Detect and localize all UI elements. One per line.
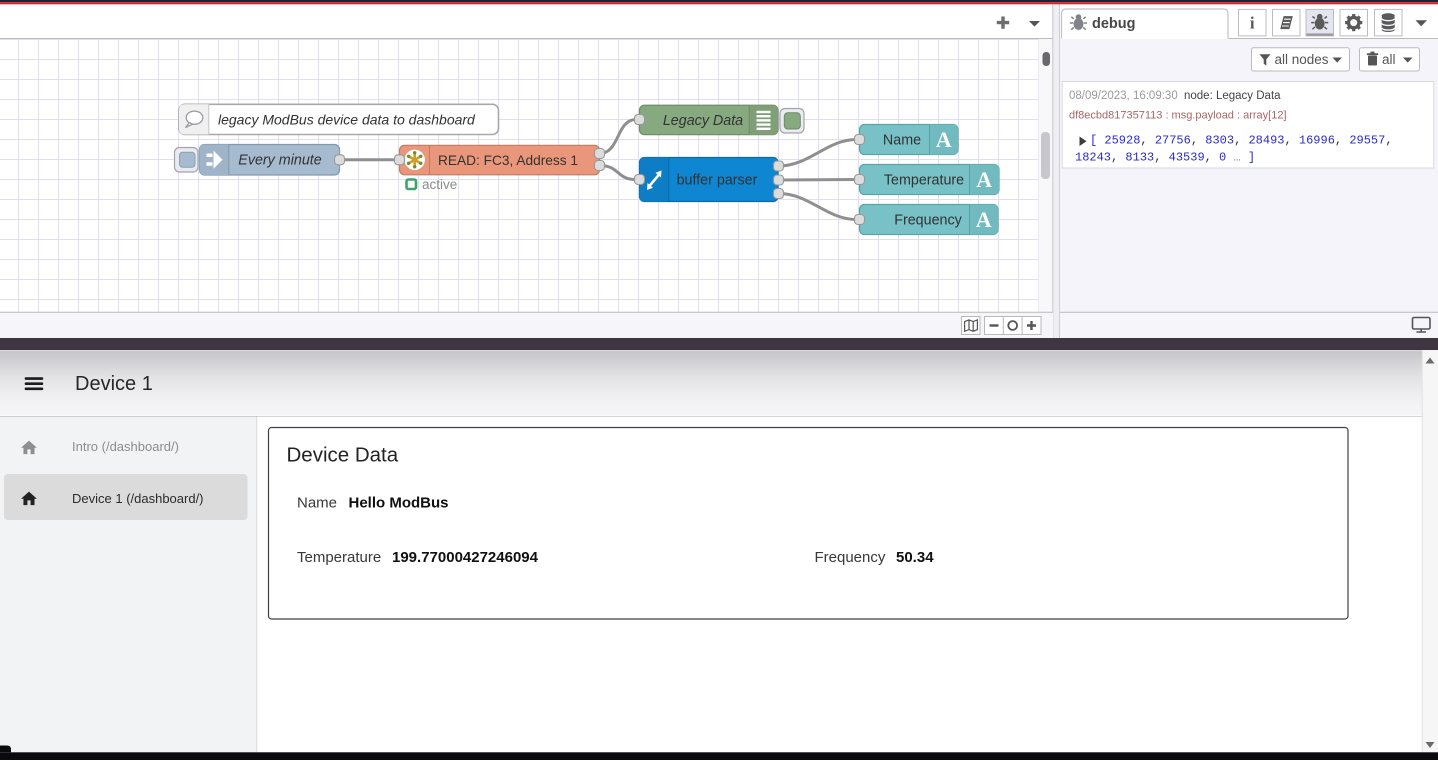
svg-text:50.34: 50.34 [896, 549, 934, 566]
svg-text:df8ecbd817357113 : msg.payload: df8ecbd817357113 : msg.payload : array[1… [1069, 110, 1287, 122]
svg-text:Device 1: Device 1 [75, 373, 153, 395]
svg-text:A: A [976, 167, 992, 192]
svg-text:all nodes: all nodes [1275, 52, 1329, 67]
svg-text:Temperature: Temperature [297, 549, 381, 566]
svg-text:Frequency: Frequency [815, 549, 886, 566]
svg-text:node: Legacy Data: node: Legacy Data [1184, 90, 1281, 102]
svg-text:Hello ModBus: Hello ModBus [349, 495, 449, 512]
svg-text:Temperature: Temperature [884, 173, 964, 189]
svg-text:Name: Name [297, 495, 337, 512]
svg-text:Every minute: Every minute [238, 153, 321, 169]
svg-text:Device 1 (/dashboard/): Device 1 (/dashboard/) [72, 491, 204, 506]
svg-text:[ 25928, 27756, 8303, 28493, 1: [ 25928, 27756, 8303, 28493, 16996, 2955… [1090, 134, 1393, 148]
svg-text:199.77000427246094: 199.77000427246094 [392, 549, 539, 566]
svg-text:READ: FC3, Address 1: READ: FC3, Address 1 [438, 153, 578, 168]
svg-text:debug: debug [1092, 16, 1136, 32]
svg-text:Name: Name [883, 133, 921, 149]
svg-text:legacy ModBus device data to d: legacy ModBus device data to dashboard [218, 111, 476, 127]
svg-text:Legacy Data: Legacy Data [663, 113, 743, 129]
svg-text:Frequency: Frequency [894, 213, 962, 229]
svg-text:buffer parser: buffer parser [677, 173, 758, 189]
svg-text:all: all [1382, 52, 1396, 67]
svg-text:Intro (/dashboard/): Intro (/dashboard/) [72, 439, 179, 454]
svg-text:A: A [976, 207, 992, 232]
svg-text:Device Data: Device Data [287, 444, 399, 467]
svg-text:18243, 8133, 43539, 0 … ]: 18243, 8133, 43539, 0 … ] [1075, 151, 1255, 165]
svg-text:08/09/2023, 16:09:30: 08/09/2023, 16:09:30 [1069, 90, 1178, 102]
svg-text:active: active [422, 177, 457, 192]
svg-text:i: i [1250, 14, 1255, 33]
svg-text:A: A [936, 127, 952, 152]
